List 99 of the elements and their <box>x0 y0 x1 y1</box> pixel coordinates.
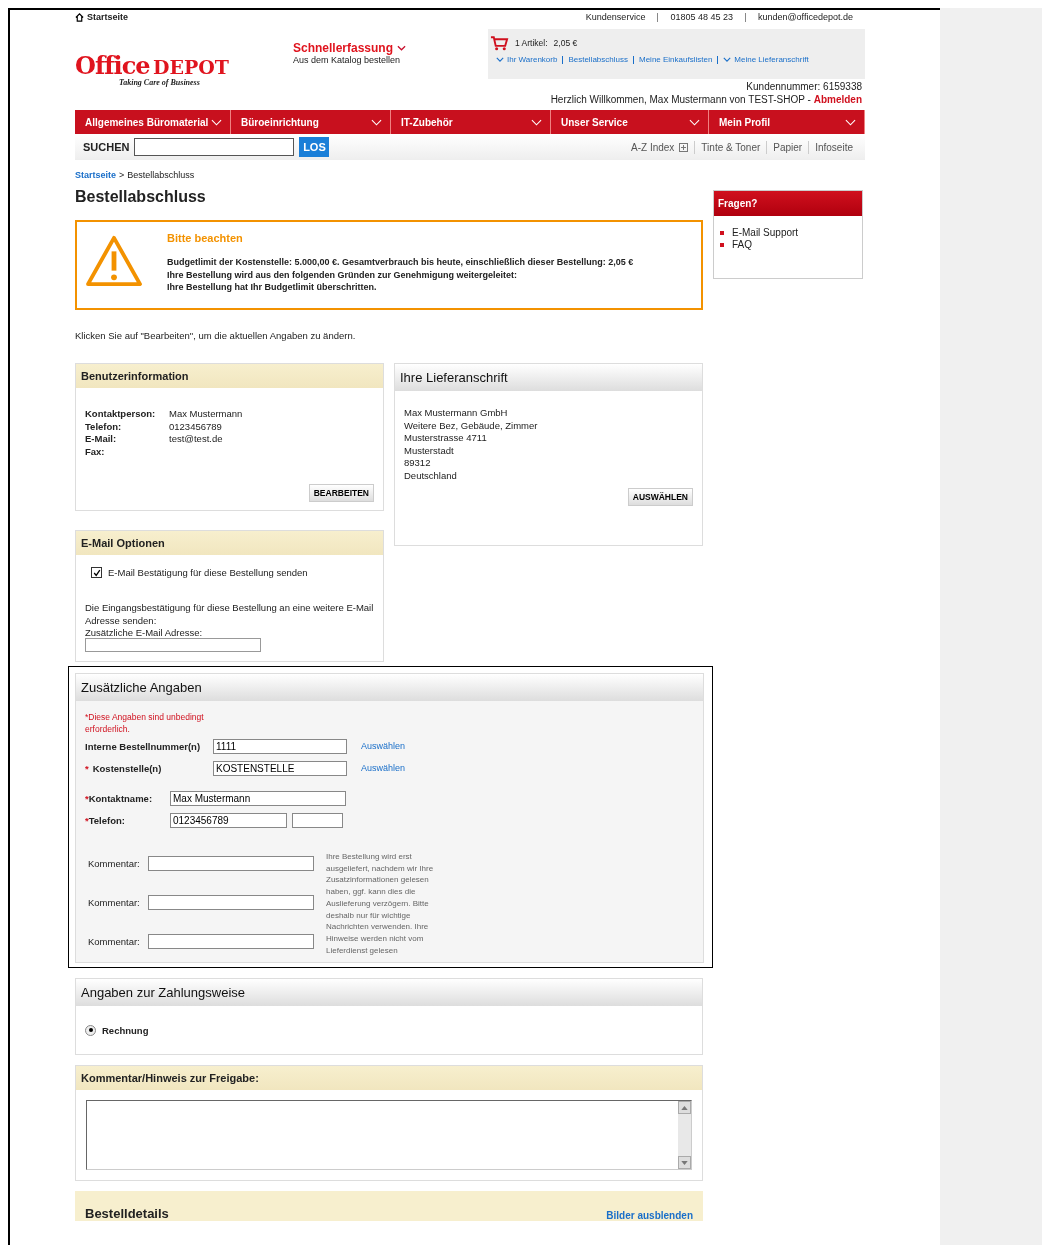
panel-header: Angaben zur Zahlungsweise <box>76 979 702 1007</box>
comment-label: Kommentar: <box>88 936 140 947</box>
radio-label: Rechnung <box>102 1024 149 1036</box>
radio-button[interactable] <box>85 1024 96 1036</box>
cart-link[interactable]: Meine Einkaufslisten <box>639 55 713 64</box>
text-field[interactable]: 1111 <box>213 738 347 754</box>
caret-icon <box>689 118 700 126</box>
notice-text: Budgetlimit der Kostenstelle: 5.000,00 €. Gesamtverbrauch bis heute, einschließlich dieser Bestellung: 2,05 € <box>167 256 634 269</box>
email-options-text: Die Eingangsbestätigung für diese Bestellung an eine weitere E-Mail Adresse senden: <box>85 602 375 627</box>
quick-link[interactable]: Papier <box>767 141 809 153</box>
text-field[interactable]: KOSTENSTELLE <box>213 760 347 776</box>
plus-icon <box>679 142 689 152</box>
text-field[interactable]: Max Mustermann <box>170 790 346 806</box>
quick-order-link[interactable]: Schnellerfassung <box>293 41 483 55</box>
home-link[interactable]: Startseite <box>75 12 129 22</box>
panel-header: E-Mail Optionen <box>76 531 383 555</box>
checkbox[interactable] <box>91 567 102 578</box>
customer-number: Kundennummer: 6159338 <box>746 82 863 92</box>
caret-icon <box>723 57 732 62</box>
panel-header: Kommentar/Hinweis zur Freigabe: <box>76 1066 702 1091</box>
info-label: Fax: <box>85 445 106 458</box>
quick-order-subtitle: Aus dem Katalog bestellen <box>293 55 402 65</box>
info-label: E-Mail: <box>85 433 118 446</box>
select-link[interactable]: Auswählen <box>361 763 406 773</box>
info-value: Max Mustermann <box>169 408 244 421</box>
caret-icon <box>531 118 542 126</box>
caret-icon <box>371 118 382 126</box>
info-value: test@test.de <box>169 433 224 446</box>
cart-count: 1 Artikel: <box>515 38 548 48</box>
cart-total: 2,05 € <box>553 38 578 48</box>
intro-text: Klicken Sie auf "Bearbeiten", um die aktuellen Angaben zu ändern. <box>75 330 357 341</box>
field-label: Telefon: <box>88 814 125 826</box>
comment-field[interactable] <box>147 934 314 949</box>
info-label: Telefon: <box>85 420 123 433</box>
scrollbar[interactable] <box>678 1101 691 1170</box>
top-link[interactable]: kunden@officedepot.de <box>757 12 853 22</box>
search-label: SUCHEN <box>83 141 130 153</box>
panel-header: Ihre Lieferanschrift <box>395 364 702 391</box>
text-field[interactable]: 0123456789 <box>170 812 287 828</box>
select-link[interactable]: Auswählen <box>361 741 406 751</box>
cart-link[interactable]: Bestellabschluss <box>568 55 628 64</box>
hide-images-link[interactable]: Bilder ausblenden <box>606 1210 693 1222</box>
logout-link[interactable]: Abmelden <box>813 94 862 105</box>
breadcrumb-separator: > <box>119 170 125 180</box>
notice-text: Ihre Bestellung hat Ihr Budgetlimit überschritten. <box>167 281 378 294</box>
office-depot-logo[interactable]: Office DEPOT Taking Care of Business <box>75 24 293 110</box>
comment-label: Kommentar: <box>88 897 140 908</box>
hint-text: Ihre Bestellung wird erst ausgeliefert, nachdem wir Ihre Zusatzinformationen gelesen haben, ggf. kann dies die Auslieferung verzögern. Bitte deshalb nur für wichtige Nachrichten verwenden. Ihre Hinweise werden nicht vom Lieferdienst gelesen <box>326 851 435 957</box>
address-text: Max Mustermann GmbH Weitere Bez, Gebäude, Zimmer Musterstrasse 4711 Musterstadt 89312 Deutschland <box>404 407 539 482</box>
section-title: Bestelldetails <box>85 1206 169 1222</box>
top-link[interactable]: 01805 48 45 23 <box>670 12 733 22</box>
comment-label: Kommentar: <box>88 858 140 869</box>
info-value: 0123456789 <box>169 420 223 433</box>
panel-header: Zusätzliche Angaben <box>76 674 703 701</box>
help-link[interactable]: FAQ <box>732 239 752 251</box>
caret-icon[interactable] <box>397 45 407 51</box>
search-field[interactable] <box>134 138 295 156</box>
top-link[interactable]: Kundenservice <box>585 12 646 22</box>
required-marker: * <box>85 762 89 774</box>
search-button[interactable]: LOS <box>299 137 330 157</box>
required-marker: * <box>85 814 89 826</box>
edit-button[interactable]: BEARBEITEN <box>308 484 374 502</box>
up-arrow-icon <box>681 1105 688 1110</box>
home-icon <box>75 12 84 22</box>
comment-field[interactable] <box>147 856 314 871</box>
field-label: Kontaktname: <box>88 792 153 804</box>
breadcrumb-current: Bestellabschluss <box>127 170 195 180</box>
select-button[interactable]: AUSWÄHLEN <box>627 488 693 506</box>
breadcrumb-link[interactable]: Startseite <box>75 170 117 180</box>
caret-icon <box>211 118 222 126</box>
field-label: Zusätzliche E-Mail Adresse: <box>85 627 204 638</box>
notice-text: Ihre Bestellung wird aus den folgenden Gründen zur Genehmigung weitergeleitet: <box>167 268 519 281</box>
quick-link[interactable]: A-Z Index <box>625 141 695 153</box>
extension-field[interactable] <box>292 812 343 828</box>
scroll-up-button[interactable] <box>678 1101 691 1115</box>
scroll-down-button[interactable] <box>678 1156 691 1170</box>
email-field[interactable] <box>85 638 261 652</box>
help-link[interactable]: E-Mail Support <box>732 227 799 239</box>
cart-link[interactable]: Meine Lieferanschrift <box>723 55 809 64</box>
info-label: Kontaktperson: <box>85 408 157 421</box>
notice-title: Bitte beachten <box>167 232 244 244</box>
comment-field[interactable] <box>147 895 314 910</box>
required-note: *Diese Angaben sind unbedingt erforderlich. <box>85 711 205 735</box>
checkbox-label: E-Mail Bestätigung für diese Bestellung senden <box>108 567 308 578</box>
quick-link[interactable]: Infoseite <box>809 141 859 153</box>
help-box-title: Fragen? <box>714 191 862 216</box>
field-label: Kostenstelle(n) <box>92 762 162 774</box>
down-arrow-icon <box>681 1160 688 1165</box>
page-title: Bestellabschluss <box>75 188 207 206</box>
panel-header: Benutzerinformation <box>76 364 383 388</box>
warning-icon <box>85 235 143 287</box>
shopping-cart-icon[interactable] <box>490 35 509 51</box>
required-marker: * <box>85 792 89 804</box>
field-label: Interne Bestellnummer(n) <box>85 740 201 752</box>
caret-icon <box>496 57 504 62</box>
cart-link[interactable]: Ihr Warenkorb <box>496 55 558 64</box>
welcome-text: Herzlich Willkommen, Max Mustermann von TEST-SHOP - <box>550 94 811 105</box>
caret-icon <box>845 118 856 126</box>
quick-link[interactable]: Tinte & Toner <box>695 141 767 153</box>
